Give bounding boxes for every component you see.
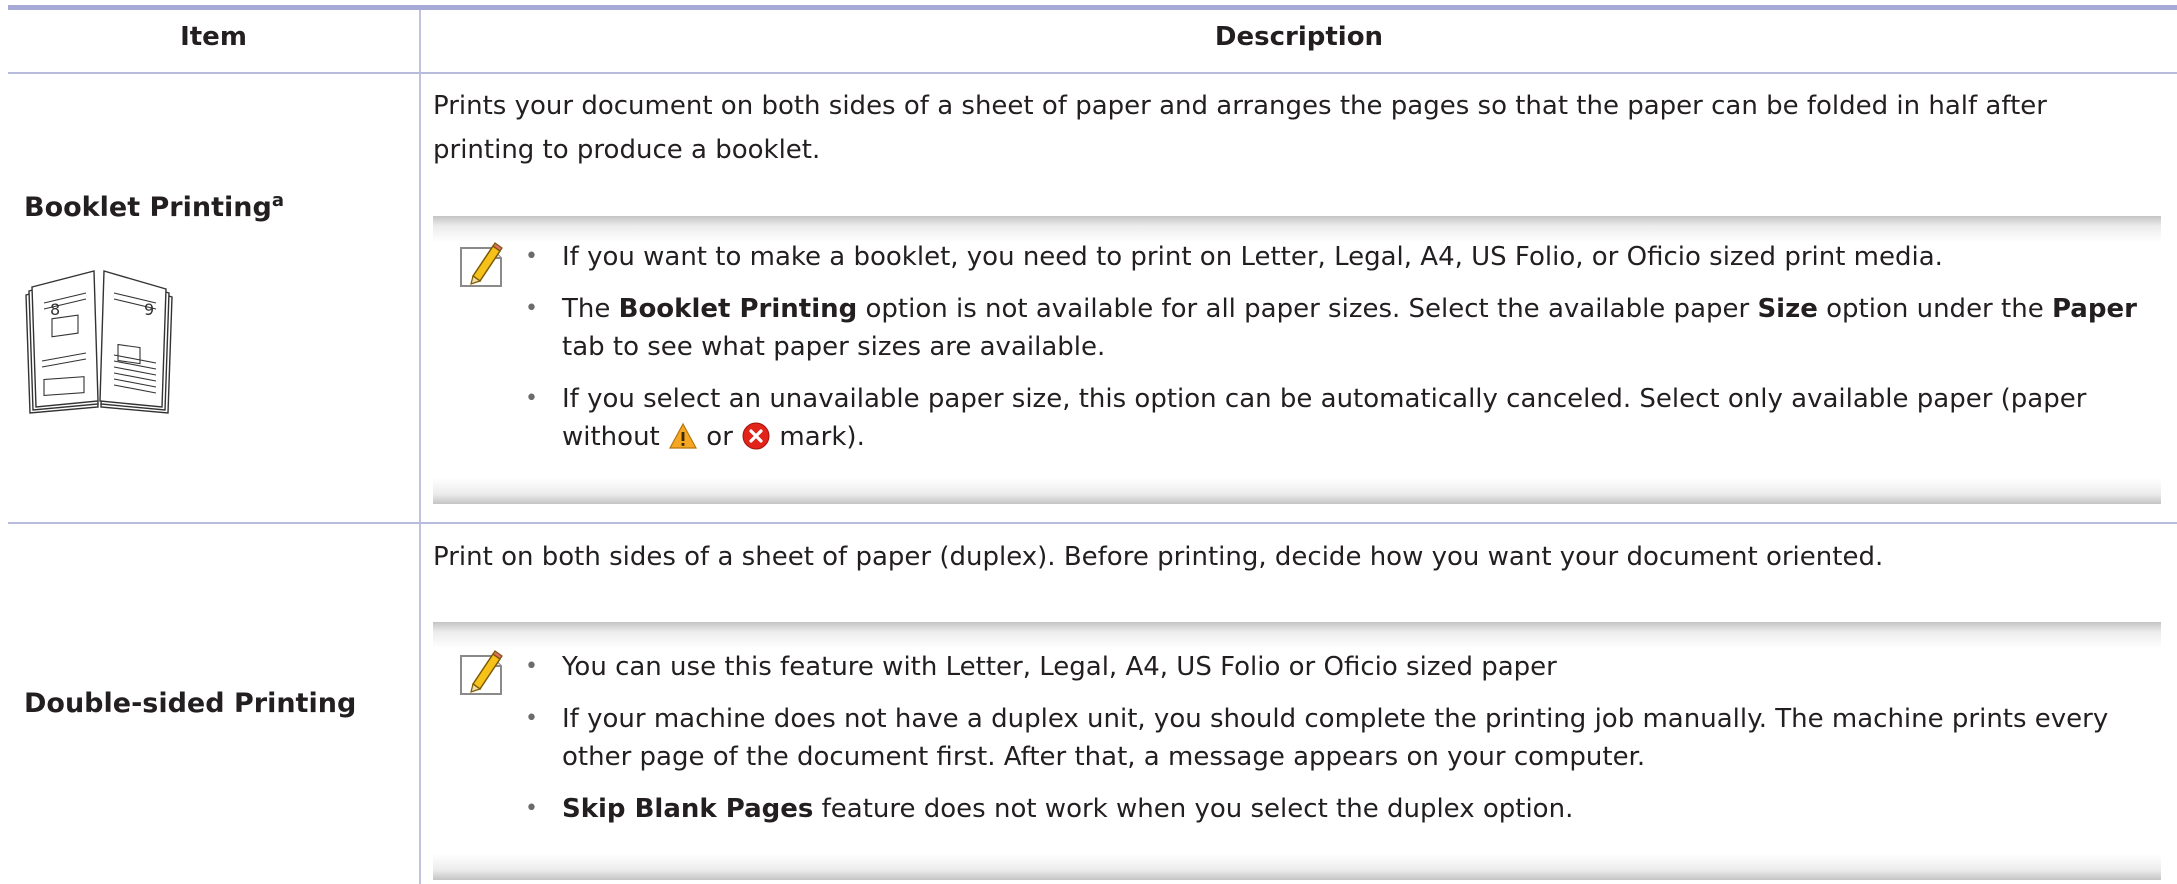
note-box: • If you want to make a booklet, you need…	[433, 216, 2161, 504]
list-item: • The Booklet Printing option is not avai…	[525, 290, 2145, 366]
note-box: • You can use this feature with Letter, L…	[433, 622, 2161, 880]
list-item: • You can use this feature with Letter, L…	[525, 648, 2145, 686]
row-item-double-sided-printing: Double-sided Printing	[24, 688, 357, 719]
bold-term: Size	[1757, 294, 1818, 324]
bullet-icon: •	[525, 654, 538, 679]
header-row-divider	[8, 72, 2177, 74]
list-item: • Skip Blank Pages feature does not work …	[525, 790, 2145, 828]
list-item: • If your machine does not have a duplex …	[525, 700, 2145, 776]
bullet-icon: •	[525, 244, 538, 269]
table-top-rule	[8, 5, 2177, 10]
item-label: Booklet Printing	[24, 192, 272, 223]
bullet-icon: •	[525, 706, 538, 731]
list-item: • If you select an unavailable paper size…	[525, 380, 2145, 456]
column-divider	[419, 10, 421, 884]
list-item: • If you want to make a booklet, you need…	[525, 238, 2145, 276]
bold-term: Skip Blank Pages	[562, 794, 814, 824]
note-bullet-list: • If you want to make a booklet, you need…	[525, 238, 2145, 470]
bullet-icon: •	[525, 796, 538, 821]
bold-term: Booklet Printing	[618, 294, 858, 324]
column-header-description: Description	[1214, 22, 1384, 52]
row-description: Print on both sides of a sheet of paper …	[433, 542, 1884, 572]
red-x-circle-icon	[742, 422, 770, 450]
note-pencil-icon	[455, 648, 507, 700]
bullet-icon: •	[525, 386, 538, 411]
warning-triangle-icon	[669, 422, 698, 449]
bold-term: Paper	[2051, 294, 2137, 324]
note-bullet-list: • You can use this feature with Letter, L…	[525, 648, 2145, 842]
column-header-item: Item	[180, 22, 247, 52]
booklet-illustration-icon: 8 9	[25, 270, 173, 414]
svg-text:9: 9	[144, 300, 154, 319]
note-pencil-icon	[455, 240, 507, 292]
bullet-icon: •	[525, 296, 538, 321]
footnote-marker: a	[271, 190, 284, 211]
row-description: Prints your document on both sides of a …	[433, 91, 2047, 165]
svg-text:8: 8	[50, 300, 60, 319]
row-divider	[8, 522, 2177, 524]
row-item-booklet-printing: Booklet Printinga	[24, 190, 284, 224]
